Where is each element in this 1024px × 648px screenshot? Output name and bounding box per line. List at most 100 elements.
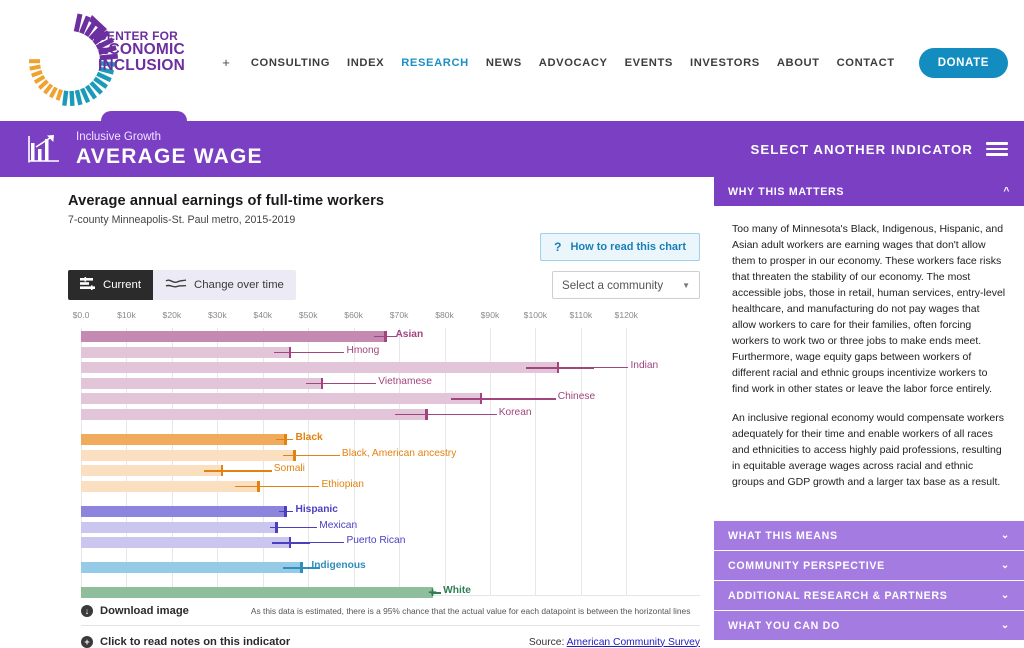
bar-label: Somali xyxy=(273,463,305,475)
chart-controls: Current Change over time Select a commun… xyxy=(68,270,700,300)
label-leader-line xyxy=(480,398,556,400)
bar xyxy=(81,362,559,374)
how-to-read-chart-button[interactable]: ? How to read this chart xyxy=(540,233,700,261)
accordion-additional-research-partners[interactable]: ADDITIONAL RESEARCH & PARTNERS ⌄ xyxy=(714,581,1024,611)
why-this-matters-paragraph: An inclusive regional economy would comp… xyxy=(732,412,1004,489)
x-axis-tick-label: $60k xyxy=(344,310,363,320)
chart-x-axis: $0.0 $10k $20k $30k $40k $50k $60k $70k $80k $90k… xyxy=(73,310,700,328)
question-mark-icon: ? xyxy=(554,240,562,254)
community-select[interactable]: Select a community ▼ xyxy=(552,271,700,299)
x-axis-tick-label: $0.0 xyxy=(72,310,90,320)
chart-bar-row[interactable]: Korean xyxy=(81,407,700,420)
chevron-down-icon: ⌄ xyxy=(1000,620,1010,632)
accordion-collapsed-list: WHAT THIS MEANS ⌄ COMMUNITY PERSPECTIVE ⌄ AD… xyxy=(714,521,1024,641)
community-select-value: Select a community xyxy=(562,278,664,292)
chevron-up-icon: ^ xyxy=(1003,186,1010,197)
nav-item-consulting[interactable]: CONSULTING xyxy=(251,57,330,69)
bar xyxy=(81,331,386,342)
bar xyxy=(81,434,286,446)
x-axis-tick-label: $10k xyxy=(117,310,136,320)
bar xyxy=(81,587,434,599)
tab-change-over-time[interactable]: Change over time xyxy=(152,270,296,300)
bar xyxy=(81,480,259,492)
label-leader-line xyxy=(290,351,345,353)
tab-current[interactable]: Current xyxy=(68,270,153,300)
bar xyxy=(81,521,277,533)
chart-bar-row[interactable]: Puerto Rican xyxy=(81,535,700,549)
bar xyxy=(81,409,427,420)
bar xyxy=(81,562,302,574)
nav-item-advocacy[interactable]: ADVOCACY xyxy=(539,57,608,69)
logo-line-3: INCLUSION xyxy=(98,57,186,75)
nav-item-investors[interactable]: INVESTORS xyxy=(690,57,760,69)
site-header: CENTER FOR ECONOMIC INCLUSION + CONSULTI… xyxy=(0,0,1024,121)
chart-bar-row[interactable]: Asian xyxy=(81,329,700,342)
donate-button[interactable]: DONATE xyxy=(918,47,1008,78)
bar-label: Black xyxy=(295,432,323,444)
label-leader-line xyxy=(301,567,310,569)
nav-item-research[interactable]: RESEARCH xyxy=(401,57,469,69)
label-leader-line xyxy=(221,470,272,472)
x-axis-tick-label: $70k xyxy=(389,310,409,320)
accordion-what-you-can-do[interactable]: WHAT YOU CAN DO ⌄ xyxy=(714,611,1024,641)
site-logo[interactable]: CENTER FOR ECONOMIC INCLUSION xyxy=(0,0,222,121)
read-notes-button[interactable]: + Click to read notes on this indicator xyxy=(81,636,290,648)
download-image-button[interactable]: ↓ Download image xyxy=(81,605,189,617)
view-mode-toggle: Current Change over time xyxy=(68,270,296,300)
banner-notch xyxy=(101,111,187,125)
chart-footer: ↓ Download image As this data is estimat… xyxy=(81,596,700,648)
chart-bar-row[interactable]: Vietnamese xyxy=(81,375,700,389)
chart-bar-row[interactable]: Black, American ancestry xyxy=(81,448,700,461)
bar-label: Chinese xyxy=(557,391,596,403)
x-axis-tick-label: $110k xyxy=(569,310,593,320)
label-leader-line xyxy=(558,367,629,369)
chart-title: Average annual earnings of full-time wor… xyxy=(68,193,385,209)
chart-bar-row[interactable]: Hmong xyxy=(81,345,700,358)
bar-label: White xyxy=(443,585,471,597)
accordion-label: WHAT YOU CAN DO xyxy=(728,619,840,632)
logo-wordmark: CENTER FOR ECONOMIC INCLUSION xyxy=(98,30,185,74)
source-link[interactable]: American Community Survey xyxy=(567,637,700,648)
nav-plus-icon[interactable]: + xyxy=(222,55,230,70)
source-label: Source: xyxy=(528,636,565,648)
label-leader-line xyxy=(385,336,394,338)
chevron-down-icon: ⌄ xyxy=(1000,590,1010,602)
chart-bar-row[interactable]: Indigenous xyxy=(81,560,700,574)
chevron-down-icon: ⌄ xyxy=(1000,560,1010,572)
nav-item-news[interactable]: NEWS xyxy=(486,57,522,69)
chart-bar-row[interactable]: Indian xyxy=(81,360,700,374)
accordion-what-this-means[interactable]: WHAT THIS MEANS ⌄ xyxy=(714,521,1024,551)
bar-label: Puerto Rican xyxy=(346,535,406,547)
select-another-indicator-button[interactable]: SELECT ANOTHER INDICATOR xyxy=(750,142,1008,157)
page-content: Average annual earnings of full-time wor… xyxy=(0,177,1024,648)
label-leader-line xyxy=(290,542,345,544)
confidence-note: As this data is estimated, there is a 95… xyxy=(250,606,691,616)
accordion-community-perspective[interactable]: COMMUNITY PERSPECTIVE ⌄ xyxy=(714,551,1024,581)
indicator-banner: Inclusive Growth AVERAGE WAGE SELECT ANO… xyxy=(0,111,1024,177)
chart-bar-row[interactable]: Chinese xyxy=(81,391,700,405)
chart-bar-row[interactable]: Somali xyxy=(81,463,700,477)
label-leader-line xyxy=(285,439,294,441)
select-another-indicator-label: SELECT ANOTHER INDICATOR xyxy=(750,141,973,157)
chevron-down-icon: ⌄ xyxy=(1000,530,1010,542)
label-leader-line xyxy=(426,414,497,416)
accordion-why-this-matters-label: WHY THIS MATTERS xyxy=(728,185,845,198)
chart-subtitle: 7-county Minneapolis-St. Paul metro, 201… xyxy=(68,214,296,226)
bar-label: Vietnamese xyxy=(378,375,432,387)
x-axis-tick-label: $90k xyxy=(480,310,500,320)
nav-item-index[interactable]: INDEX xyxy=(347,57,384,69)
bar xyxy=(81,506,286,517)
chart-bar-row[interactable]: +White xyxy=(81,585,700,600)
tab-change-over-time-label: Change over time xyxy=(193,279,284,291)
accordion-why-this-matters[interactable]: WHY THIS MATTERS ^ xyxy=(714,177,1024,206)
chart-bar-row[interactable]: Hispanic xyxy=(81,504,700,517)
hamburger-menu-icon[interactable] xyxy=(986,142,1008,156)
nav-item-events[interactable]: EVENTS xyxy=(625,57,673,69)
nav-item-contact[interactable]: CONTACT xyxy=(837,57,895,69)
chart-bar-row[interactable]: Ethiopian xyxy=(81,479,700,492)
nav-item-about[interactable]: ABOUT xyxy=(777,57,820,69)
label-leader-line xyxy=(285,511,294,513)
chart-bar-row[interactable]: Black xyxy=(81,432,700,446)
chart-bar-row[interactable]: Mexican xyxy=(81,520,700,533)
x-axis-tick-label: $100k xyxy=(523,310,548,320)
